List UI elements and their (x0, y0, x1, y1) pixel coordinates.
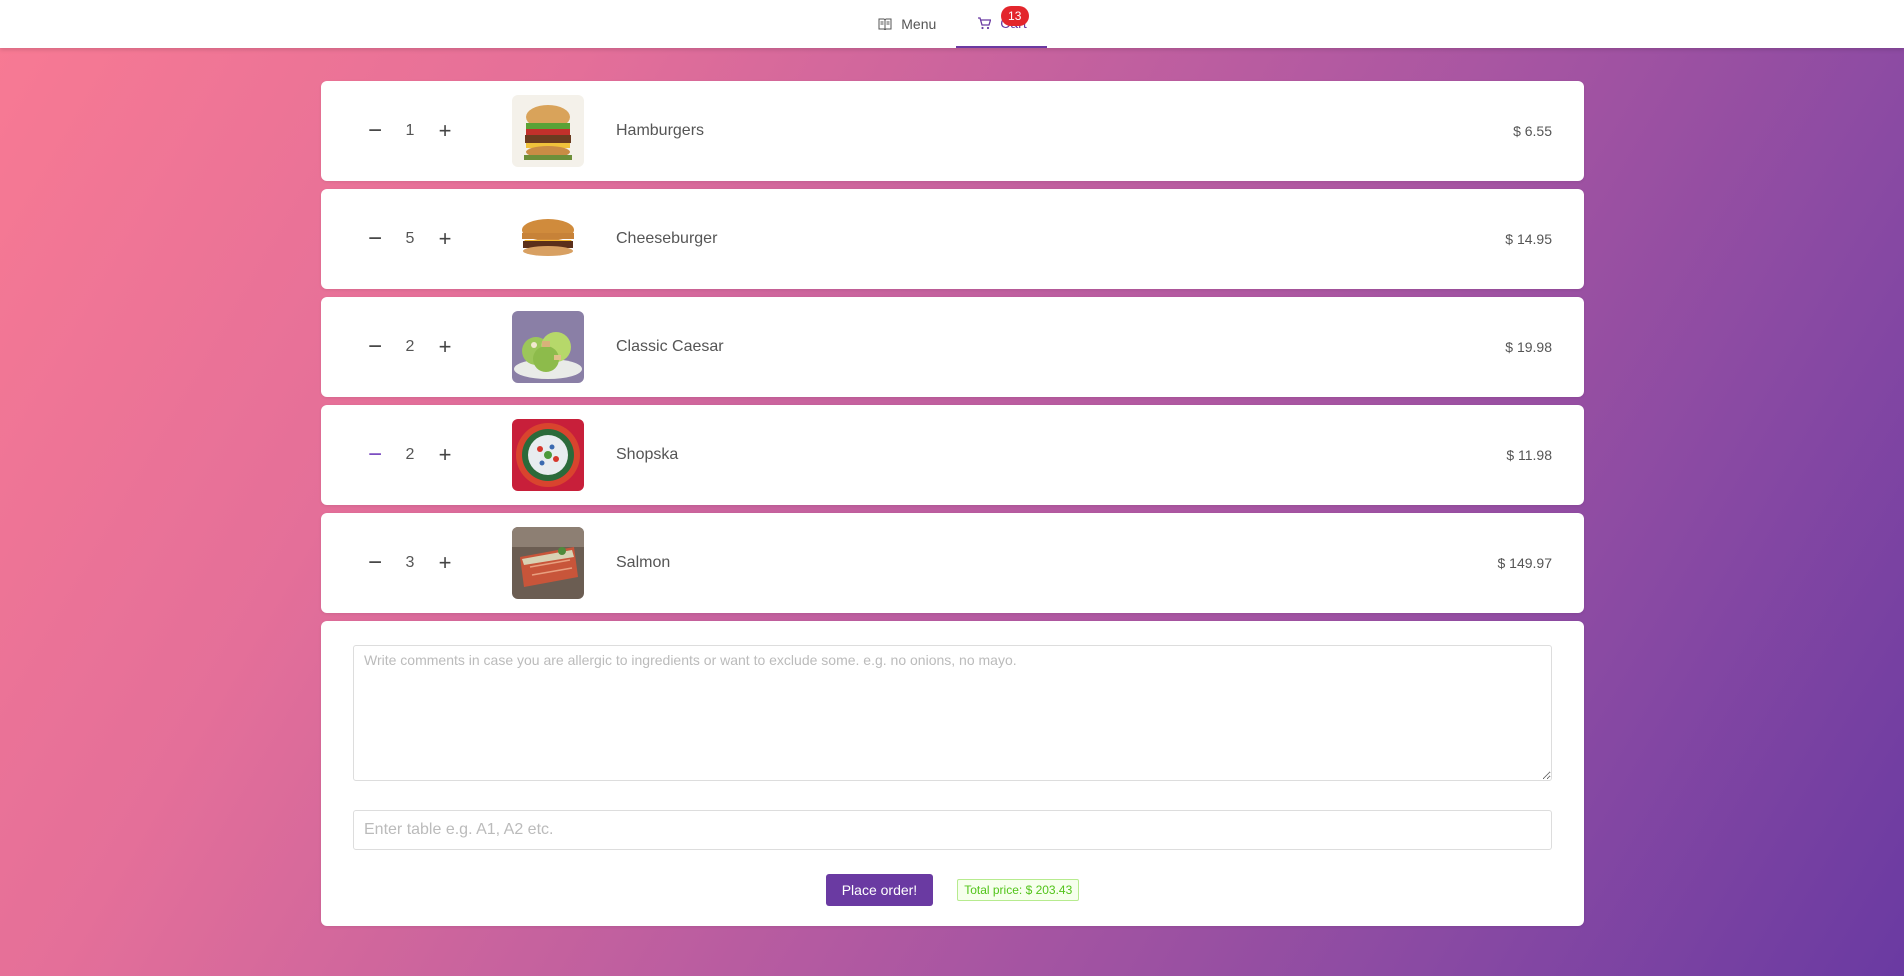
decrease-quantity-button[interactable]: − (365, 443, 385, 467)
quantity-value: 2 (405, 446, 415, 463)
cart-item: − 2 + Classic Caesar $ 19.98 (321, 297, 1584, 397)
top-navigation: Menu Cart 13 (0, 0, 1904, 48)
cart-count-badge: 13 (1000, 6, 1029, 26)
quantity-value: 2 (405, 338, 415, 355)
increase-quantity-button[interactable]: + (435, 552, 455, 574)
increase-quantity-button[interactable]: + (435, 228, 455, 250)
quantity-stepper: − 5 + (365, 227, 455, 251)
item-name: Shopska (616, 446, 679, 463)
nav-cart[interactable]: Cart 13 (956, 0, 1047, 48)
caesar-salad-photo (512, 311, 584, 383)
item-price: $ 11.98 (1506, 447, 1552, 463)
nav-menu-label: Menu (901, 16, 937, 32)
decrease-quantity-button[interactable]: − (365, 335, 385, 359)
decrease-quantity-button[interactable]: − (365, 119, 385, 143)
item-name: Salmon (616, 554, 671, 571)
cart-item: − 3 + Salmon $ 149.97 (321, 513, 1584, 613)
item-price: $ 149.97 (1497, 555, 1553, 571)
quantity-value: 5 (405, 230, 415, 247)
cart-item: − 2 + Shopska $ 11.98 (321, 405, 1584, 505)
quantity-value: 3 (405, 554, 415, 571)
place-order-button[interactable]: Place order! (825, 874, 934, 906)
item-name: Hamburgers (616, 122, 705, 139)
hamburger-photo (512, 95, 584, 167)
nav-menu[interactable]: Menu (857, 0, 956, 48)
salmon-photo (512, 527, 584, 599)
quantity-value: 1 (405, 122, 415, 139)
item-price: $ 19.98 (1505, 339, 1552, 355)
quantity-stepper: − 2 + (365, 443, 455, 467)
quantity-stepper: − 1 + (365, 119, 455, 143)
book-icon (877, 16, 893, 32)
increase-quantity-button[interactable]: + (435, 444, 455, 466)
increase-quantity-button[interactable]: + (435, 120, 455, 142)
quantity-stepper: − 2 + (365, 335, 455, 359)
decrease-quantity-button[interactable]: − (365, 227, 385, 251)
cheeseburger-photo (512, 203, 584, 275)
quantity-stepper: − 3 + (365, 551, 455, 575)
item-name: Cheeseburger (616, 230, 718, 247)
cart-icon (976, 15, 992, 31)
cart-container: − 1 + Hamburgers $ 6.55 − 5 + Cheeseburg… (321, 81, 1584, 926)
item-price: $ 6.55 (1513, 123, 1552, 139)
table-input[interactable] (353, 810, 1552, 850)
item-name: Classic Caesar (616, 338, 724, 355)
order-actions: Place order! Total price: $ 203.43 (353, 874, 1552, 906)
total-price-tag: Total price: $ 203.43 (957, 879, 1080, 901)
decrease-quantity-button[interactable]: − (365, 551, 385, 575)
comments-textarea[interactable] (353, 645, 1552, 781)
cart-item: − 1 + Hamburgers $ 6.55 (321, 81, 1584, 181)
shopska-salad-photo (512, 419, 584, 491)
item-price: $ 14.95 (1505, 231, 1552, 247)
order-form: Place order! Total price: $ 203.43 (321, 621, 1584, 926)
increase-quantity-button[interactable]: + (435, 336, 455, 358)
cart-item: − 5 + Cheeseburger $ 14.95 (321, 189, 1584, 289)
